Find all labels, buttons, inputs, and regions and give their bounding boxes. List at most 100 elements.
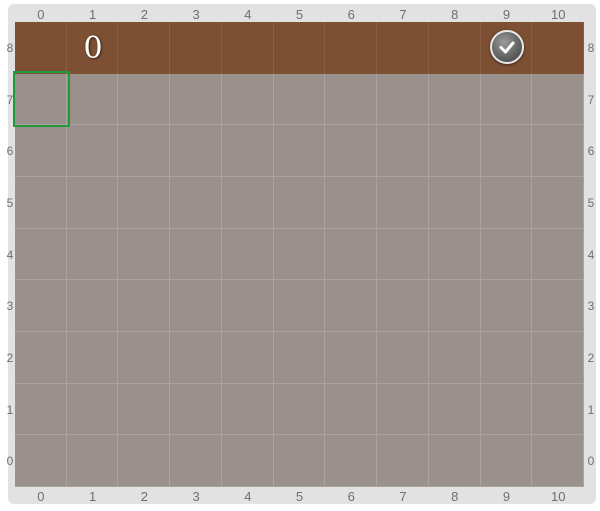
board-cell[interactable] [325, 73, 378, 126]
board-cell[interactable] [480, 228, 533, 281]
board-cell[interactable] [221, 73, 274, 126]
selection-cursor[interactable] [13, 71, 70, 127]
board-cell[interactable] [428, 125, 481, 177]
board-cell[interactable] [170, 177, 222, 229]
board-cell[interactable] [377, 125, 429, 177]
board-cell[interactable] [428, 280, 481, 332]
board-cell[interactable] [66, 228, 119, 281]
board-cell[interactable] [66, 73, 119, 126]
check-button[interactable] [490, 30, 524, 64]
board-cell[interactable] [377, 435, 429, 487]
board-cell[interactable] [480, 73, 533, 126]
board-cell[interactable] [480, 177, 533, 229]
board-cell[interactable] [377, 280, 429, 332]
board-cell[interactable] [66, 177, 119, 229]
board-cell[interactable] [428, 228, 481, 281]
board-cell[interactable] [170, 73, 222, 126]
board-cell[interactable] [15, 125, 67, 177]
board-cell[interactable] [377, 383, 429, 436]
board-cell[interactable] [118, 383, 171, 436]
board-cell[interactable] [170, 435, 222, 487]
board-cell[interactable] [15, 280, 67, 332]
board-cell[interactable] [377, 22, 429, 74]
board-cell[interactable] [273, 22, 326, 74]
board-cell[interactable] [221, 125, 274, 177]
board-cell[interactable] [377, 177, 429, 229]
board-cell[interactable] [118, 332, 171, 384]
board-cell[interactable] [170, 228, 222, 281]
board-cell[interactable] [273, 280, 326, 332]
board-cell[interactable] [118, 73, 171, 126]
board-cell[interactable] [377, 73, 429, 126]
board-cell[interactable] [273, 435, 326, 487]
board-cell[interactable] [428, 22, 481, 74]
board-cell[interactable] [273, 73, 326, 126]
board-cell[interactable] [15, 383, 67, 436]
board-cell[interactable] [325, 332, 378, 384]
board-cell[interactable] [325, 435, 378, 487]
board-cell[interactable] [532, 177, 584, 229]
board-cell[interactable] [428, 73, 481, 126]
board-cell[interactable] [221, 228, 274, 281]
board-cell[interactable] [118, 228, 171, 281]
board-cell[interactable] [532, 332, 584, 384]
board-cell[interactable] [325, 177, 378, 229]
board-cell[interactable] [118, 22, 171, 74]
board-cell[interactable] [66, 435, 119, 487]
board-cell[interactable] [170, 332, 222, 384]
board-cell[interactable] [66, 280, 119, 332]
board-cell[interactable] [221, 22, 274, 74]
board-cell[interactable] [15, 228, 67, 281]
board-cell[interactable] [221, 332, 274, 384]
board-cell[interactable] [532, 22, 584, 74]
board-cell[interactable] [428, 383, 481, 436]
board-cell[interactable] [118, 280, 171, 332]
board-cell[interactable] [170, 125, 222, 177]
board-cell[interactable] [325, 280, 378, 332]
board-cell[interactable] [480, 280, 533, 332]
board-cell[interactable] [221, 177, 274, 229]
board-cell[interactable] [532, 73, 584, 126]
board-cell[interactable] [66, 22, 119, 74]
board-cell[interactable] [532, 383, 584, 436]
board-cell[interactable] [428, 177, 481, 229]
board-cell[interactable] [170, 280, 222, 332]
board-cell[interactable] [428, 435, 481, 487]
board-cell[interactable] [15, 435, 67, 487]
board-cell[interactable] [377, 228, 429, 281]
board-cell[interactable] [118, 177, 171, 229]
board-cell[interactable] [480, 435, 533, 487]
board-cell[interactable] [325, 228, 378, 281]
board-cell[interactable] [532, 280, 584, 332]
board-cell[interactable] [66, 383, 119, 436]
board-cell[interactable] [325, 22, 378, 74]
board-cell[interactable] [118, 125, 171, 177]
board-cell[interactable] [273, 383, 326, 436]
board-cell[interactable] [170, 22, 222, 74]
board-cell[interactable] [170, 383, 222, 436]
board-cell[interactable] [480, 125, 533, 177]
board-cell[interactable] [377, 332, 429, 384]
board-cell[interactable] [221, 435, 274, 487]
board-cell[interactable] [15, 177, 67, 229]
board-cell[interactable] [15, 22, 67, 74]
board-cell[interactable] [325, 383, 378, 436]
board-cell[interactable] [532, 125, 584, 177]
board-cell[interactable] [532, 435, 584, 487]
board-cell[interactable] [221, 280, 274, 332]
board-cell[interactable] [118, 435, 171, 487]
board-cell[interactable] [480, 332, 533, 384]
board-cell[interactable] [273, 125, 326, 177]
board-cell[interactable] [273, 332, 326, 384]
board-cell[interactable] [273, 177, 326, 229]
board-cell[interactable] [325, 125, 378, 177]
board-cell[interactable] [532, 228, 584, 281]
board-cell[interactable] [66, 332, 119, 384]
board-cell[interactable] [480, 383, 533, 436]
board-cell[interactable] [273, 228, 326, 281]
board-cell[interactable] [66, 125, 119, 177]
board-cell[interactable] [15, 332, 67, 384]
board-cell[interactable] [221, 383, 274, 436]
board-cell[interactable] [428, 332, 481, 384]
row-labels-right: 8 7 6 5 4 3 2 1 0 [584, 22, 598, 487]
